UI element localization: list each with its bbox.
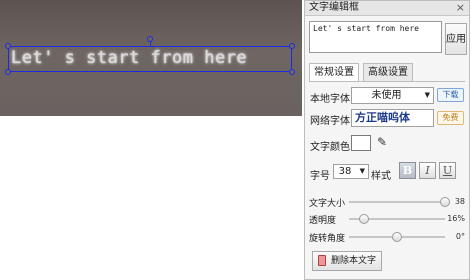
tab-general-settings[interactable]: 常规设置	[309, 63, 359, 82]
chevron-down-icon: ▼	[359, 167, 365, 175]
web-font-select[interactable]: 方正喵呜体	[351, 109, 434, 127]
text-layer[interactable]: Let' s start from here	[8, 46, 292, 72]
canvas-area: Let' s start from here	[0, 0, 302, 280]
local-font-select[interactable]: 未使用 ▼	[351, 87, 434, 104]
style-label: 样式	[371, 171, 391, 182]
text-input[interactable]: Let' s start from here	[309, 21, 442, 53]
slider-label-text-size: 文字大小	[309, 199, 346, 209]
rotation-slider[interactable]	[392, 232, 402, 242]
text-layer-content: Let' s start from here	[11, 48, 248, 68]
slider-label-opacity: 透明度	[309, 216, 337, 226]
font-size-label: 字号	[310, 171, 330, 182]
delete-text-label: 删除本文字	[331, 256, 377, 266]
eyedropper-icon[interactable]: ✎	[377, 135, 387, 149]
web-font-label: 网络字体	[310, 116, 350, 127]
resize-handle-bottom-left[interactable]	[5, 69, 11, 75]
text-edit-panel: 文字编辑框 × Let' s start from here 应用 常规设置 高…	[304, 0, 470, 280]
trash-icon	[318, 255, 326, 266]
italic-button[interactable]: I	[419, 162, 436, 179]
underline-button[interactable]: U	[439, 162, 456, 179]
text-color-label: 文字颜色	[310, 142, 350, 153]
local-font-value: 未使用	[371, 90, 402, 101]
text-size-value: 38	[454, 197, 465, 206]
text-size-track	[349, 201, 445, 203]
bold-button[interactable]: B	[399, 162, 416, 179]
font-size-select[interactable]: 38 ▼	[333, 164, 369, 179]
delete-text-button[interactable]: 删除本文字	[312, 251, 382, 271]
rotation-value: 0°	[455, 232, 465, 241]
slider-label-rotation: 旋转角度	[309, 234, 346, 244]
resize-handle-bottom-right[interactable]	[289, 69, 295, 75]
local-font-label: 本地字体	[310, 94, 350, 105]
text-color-swatch[interactable]	[351, 135, 371, 151]
tab-divider	[309, 81, 465, 82]
opacity-value: 16%	[447, 214, 465, 223]
font-size-value: 38	[338, 166, 352, 177]
free-button[interactable]: 免费	[437, 111, 464, 125]
tab-advanced-settings[interactable]: 高级设置	[363, 63, 413, 81]
text-size-slider[interactable]	[440, 197, 450, 207]
resize-handle-top-left[interactable]	[5, 43, 11, 49]
apply-button[interactable]: 应用	[445, 23, 467, 55]
resize-handle-top-right[interactable]	[289, 43, 295, 49]
opacity-slider[interactable]	[359, 214, 370, 224]
download-button[interactable]: 下载	[437, 88, 464, 102]
close-icon[interactable]: ×	[456, 1, 465, 15]
chevron-down-icon: ▼	[424, 91, 430, 99]
rotation-handle[interactable]	[147, 36, 153, 42]
panel-title: 文字编辑框	[305, 1, 469, 16]
